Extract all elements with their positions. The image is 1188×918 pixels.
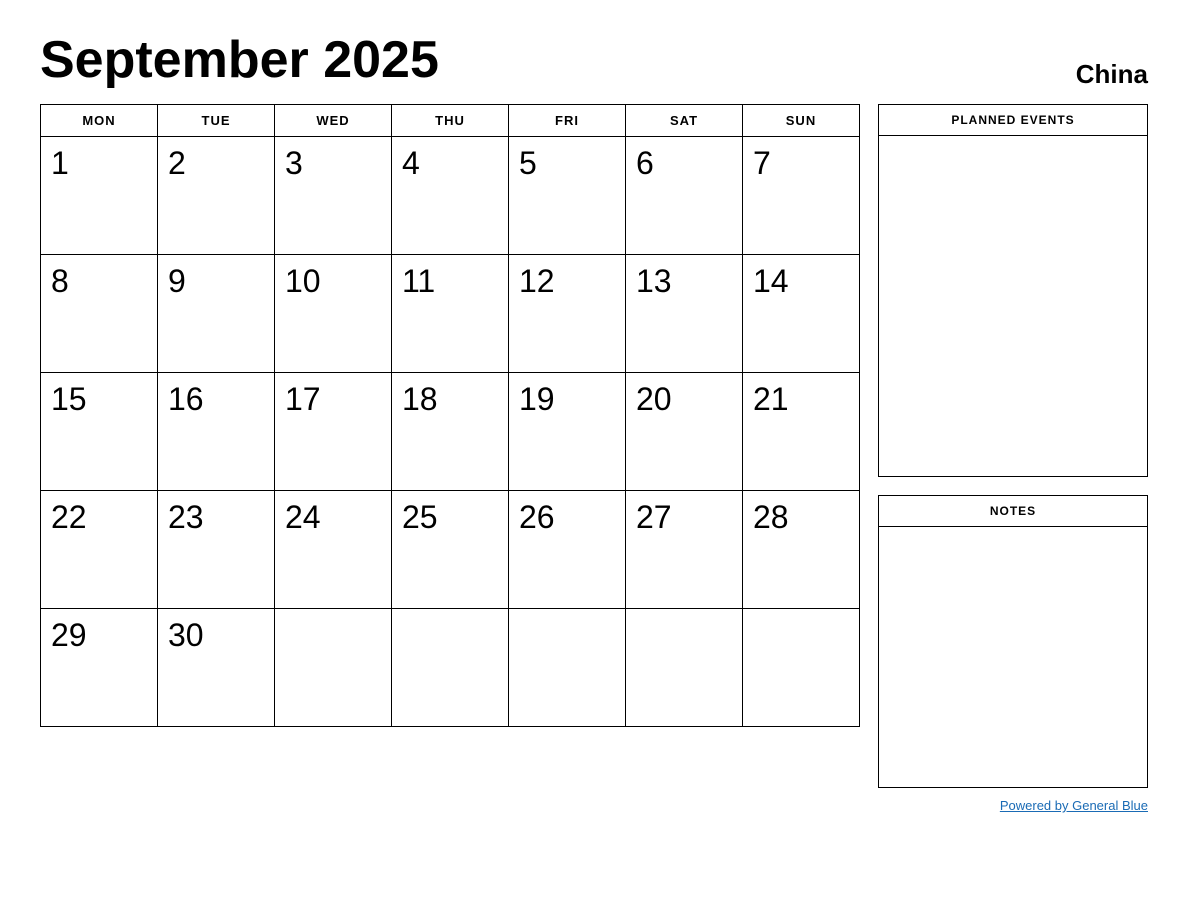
- calendar-day-8: 8: [41, 255, 158, 373]
- calendar-week-5: 2930: [41, 609, 860, 727]
- calendar-week-4: 22232425262728: [41, 491, 860, 609]
- calendar-day-empty: [509, 609, 626, 727]
- calendar-day-5: 5: [509, 137, 626, 255]
- calendar-day-18: 18: [392, 373, 509, 491]
- sidebar: PLANNED EVENTS NOTES Powered by General …: [878, 104, 1148, 813]
- calendar-day-11: 11: [392, 255, 509, 373]
- calendar-day-1: 1: [41, 137, 158, 255]
- planned-events-box: PLANNED EVENTS: [878, 104, 1148, 477]
- day-header-tue: TUE: [158, 105, 275, 137]
- notes-header: NOTES: [879, 496, 1147, 527]
- calendar-day-2: 2: [158, 137, 275, 255]
- day-header-thu: THU: [392, 105, 509, 137]
- calendar-day-12: 12: [509, 255, 626, 373]
- powered-by-link[interactable]: Powered by General Blue: [1000, 798, 1148, 813]
- powered-by: Powered by General Blue: [878, 798, 1148, 813]
- day-header-wed: WED: [275, 105, 392, 137]
- main-content: MONTUEWEDTHUFRISATSUN 123456789101112131…: [40, 104, 1148, 813]
- calendar-day-27: 27: [626, 491, 743, 609]
- calendar-day-26: 26: [509, 491, 626, 609]
- calendar-day-19: 19: [509, 373, 626, 491]
- calendar-section: MONTUEWEDTHUFRISATSUN 123456789101112131…: [40, 104, 860, 813]
- calendar-week-1: 1234567: [41, 137, 860, 255]
- calendar-day-23: 23: [158, 491, 275, 609]
- calendar-day-20: 20: [626, 373, 743, 491]
- planned-events-header: PLANNED EVENTS: [879, 105, 1147, 136]
- calendar-day-9: 9: [158, 255, 275, 373]
- notes-box: NOTES: [878, 495, 1148, 788]
- calendar-day-10: 10: [275, 255, 392, 373]
- calendar-day-empty: [743, 609, 860, 727]
- calendar-table: MONTUEWEDTHUFRISATSUN 123456789101112131…: [40, 104, 860, 727]
- month-title: September 2025: [40, 30, 439, 90]
- calendar-day-15: 15: [41, 373, 158, 491]
- calendar-day-7: 7: [743, 137, 860, 255]
- calendar-day-6: 6: [626, 137, 743, 255]
- day-header-fri: FRI: [509, 105, 626, 137]
- calendar-day-13: 13: [626, 255, 743, 373]
- calendar-day-4: 4: [392, 137, 509, 255]
- calendar-day-3: 3: [275, 137, 392, 255]
- calendar-day-16: 16: [158, 373, 275, 491]
- calendar-day-empty: [275, 609, 392, 727]
- calendar-day-17: 17: [275, 373, 392, 491]
- calendar-week-3: 15161718192021: [41, 373, 860, 491]
- calendar-day-empty: [392, 609, 509, 727]
- calendar-day-22: 22: [41, 491, 158, 609]
- calendar-day-29: 29: [41, 609, 158, 727]
- calendar-day-empty: [626, 609, 743, 727]
- country-title: China: [1076, 59, 1148, 90]
- day-header-mon: MON: [41, 105, 158, 137]
- calendar-day-21: 21: [743, 373, 860, 491]
- day-header-sat: SAT: [626, 105, 743, 137]
- calendar-week-2: 891011121314: [41, 255, 860, 373]
- calendar-day-14: 14: [743, 255, 860, 373]
- calendar-day-24: 24: [275, 491, 392, 609]
- calendar-day-25: 25: [392, 491, 509, 609]
- calendar-day-28: 28: [743, 491, 860, 609]
- day-header-sun: SUN: [743, 105, 860, 137]
- notes-body: [879, 527, 1147, 787]
- calendar-day-30: 30: [158, 609, 275, 727]
- planned-events-body: [879, 136, 1147, 476]
